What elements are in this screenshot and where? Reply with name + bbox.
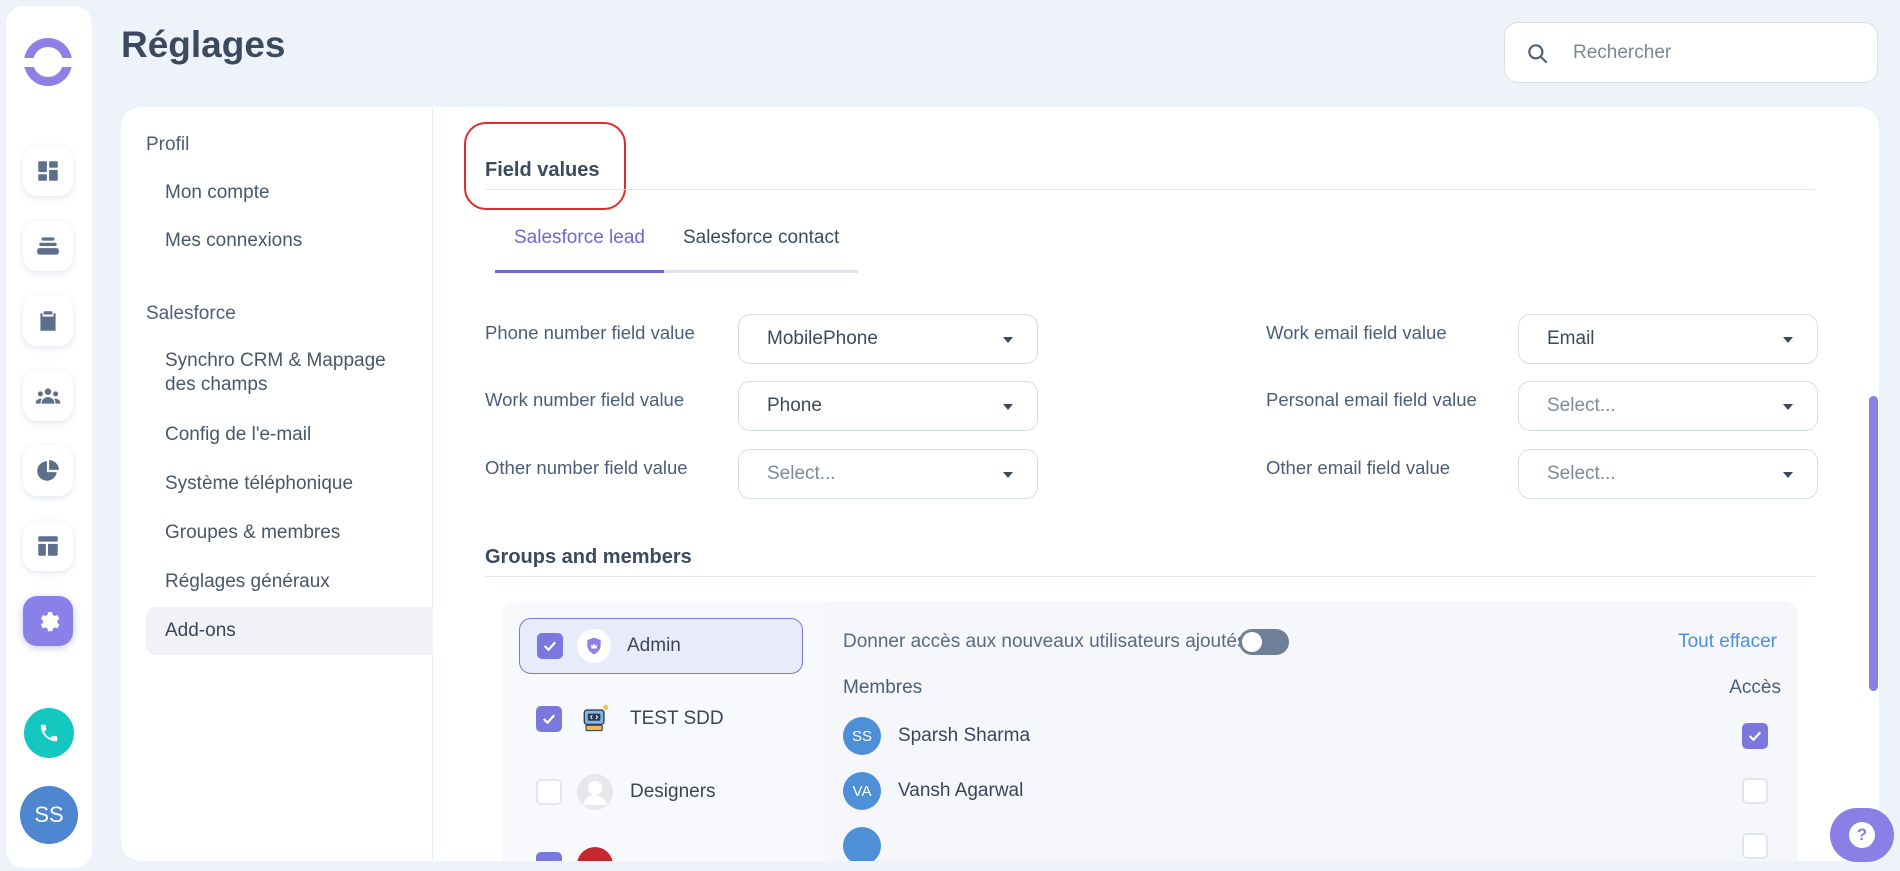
group-item-admin[interactable]: Admin xyxy=(519,618,803,674)
scrollbar-thumb[interactable] xyxy=(1869,396,1878,691)
member-access-checkbox[interactable] xyxy=(1742,723,1768,749)
layout-icon[interactable] xyxy=(23,521,73,571)
work-number-value: Phone xyxy=(767,395,822,416)
group-item-partial[interactable] xyxy=(519,837,803,861)
sidebar-item-add-ons[interactable]: Add-ons xyxy=(146,607,433,655)
group-avatar-icon xyxy=(576,846,614,861)
work-number-select[interactable]: Phone xyxy=(738,381,1038,431)
left-rail: SS xyxy=(6,6,92,868)
group-item-designers[interactable]: Designers xyxy=(519,764,803,820)
member-name: Vansh Agarwal xyxy=(898,780,1024,801)
question-icon: ? xyxy=(1849,822,1875,848)
checkbox-unchecked[interactable] xyxy=(536,779,562,805)
personal-email-placeholder: Select... xyxy=(1547,395,1616,416)
page-title: Réglages xyxy=(121,24,286,65)
members-panel: Donner accès aux nouveaux utilisateurs a… xyxy=(826,601,1798,861)
member-row: VA Vansh Agarwal xyxy=(843,771,1023,811)
member-avatar: SS xyxy=(843,717,881,755)
member-access-checkbox[interactable] xyxy=(1742,778,1768,804)
other-number-placeholder: Select... xyxy=(767,463,836,484)
clipboard-icon[interactable] xyxy=(23,296,73,346)
pie-chart-icon[interactable] xyxy=(23,446,73,496)
divider xyxy=(485,576,1815,577)
sidebar-item-systeme-telephonique[interactable]: Système téléphonique xyxy=(146,472,433,496)
work-email-label: Work email field value xyxy=(1266,322,1447,343)
dashboard-icon[interactable] xyxy=(23,146,73,196)
help-chat-button[interactable]: ? xyxy=(1830,808,1894,862)
user-avatar[interactable]: SS xyxy=(20,786,78,844)
sidebar-item-reglages-generaux[interactable]: Réglages généraux xyxy=(146,570,433,594)
groups-panel: Admin TEST SDD Designers Donner accès au… xyxy=(502,601,1798,861)
work-email-value: Email xyxy=(1547,328,1595,349)
settings-content: Field values Salesforce lead Salesforce … xyxy=(433,107,1879,861)
clear-all-link[interactable]: Tout effacer xyxy=(1678,631,1777,653)
inbox-stack-icon[interactable] xyxy=(23,221,73,271)
sidebar-item-mes-connexions[interactable]: Mes connexions xyxy=(146,229,433,253)
access-new-users-label: Donner accès aux nouveaux utilisateurs a… xyxy=(843,631,1247,652)
sidebar-section-profil: Profil xyxy=(146,134,190,155)
member-name: Sparsh Sharma xyxy=(898,725,1031,746)
group-item-test-sdd[interactable]: TEST SDD xyxy=(519,691,803,747)
groups-members-title: Groups and members xyxy=(485,546,692,568)
other-number-select[interactable]: Select... xyxy=(738,449,1038,499)
sidebar-section-salesforce: Salesforce xyxy=(146,303,236,324)
search-input[interactable] xyxy=(1573,39,1863,67)
tab-salesforce-contact[interactable]: Salesforce contact xyxy=(664,215,858,270)
phone-icon[interactable] xyxy=(24,708,74,758)
checkbox-checked[interactable] xyxy=(537,633,563,659)
members-column-header: Membres xyxy=(843,677,923,698)
shield-icon xyxy=(577,629,611,663)
member-avatar: VA xyxy=(843,772,881,810)
work-number-label: Work number field value xyxy=(485,389,685,410)
app-logo-icon[interactable] xyxy=(21,38,75,86)
settings-sidebar: Profil Mon compte Mes connexions Salesfo… xyxy=(121,107,433,861)
chevron-down-icon xyxy=(1783,337,1793,343)
checkbox-checked[interactable] xyxy=(536,852,562,861)
field-values-title: Field values xyxy=(485,159,600,181)
group-name: Designers xyxy=(630,781,716,802)
search-box[interactable] xyxy=(1504,22,1878,83)
other-email-placeholder: Select... xyxy=(1547,463,1616,484)
member-access-checkbox[interactable] xyxy=(1742,833,1768,859)
sidebar-item-config-email[interactable]: Config de l'e-mail xyxy=(146,423,433,447)
settings-gear-icon[interactable] xyxy=(23,596,73,646)
other-number-label: Other number field value xyxy=(485,457,688,478)
member-row xyxy=(843,826,898,861)
phone-field-value: MobilePhone xyxy=(767,328,878,349)
chevron-down-icon xyxy=(1783,472,1793,478)
chevron-down-icon xyxy=(1003,472,1013,478)
search-icon xyxy=(1528,44,1548,64)
access-new-users-toggle[interactable] xyxy=(1239,629,1289,655)
member-row: SS Sparsh Sharma xyxy=(843,716,1030,756)
access-column-header: Accès xyxy=(1729,677,1781,698)
chevron-down-icon xyxy=(1783,404,1793,410)
sidebar-item-groupes-membres[interactable]: Groupes & membres xyxy=(146,521,433,545)
chevron-down-icon xyxy=(1003,404,1013,410)
phone-field-select[interactable]: MobilePhone xyxy=(738,314,1038,364)
settings-card: Profil Mon compte Mes connexions Salesfo… xyxy=(121,107,1879,861)
personal-email-label: Personal email field value xyxy=(1266,389,1477,410)
divider xyxy=(485,189,1815,190)
group-name: Admin xyxy=(627,635,681,656)
checkbox-checked[interactable] xyxy=(536,706,562,732)
phone-field-label: Phone number field value xyxy=(485,322,695,343)
team-icon[interactable] xyxy=(23,371,73,421)
avatar-placeholder-icon xyxy=(576,773,614,811)
group-name: TEST SDD xyxy=(630,708,724,729)
other-email-label: Other email field value xyxy=(1266,457,1451,478)
member-avatar xyxy=(843,827,881,861)
object-tabs: Salesforce lead Salesforce contact xyxy=(495,215,859,273)
group-list: Admin TEST SDD Designers xyxy=(502,601,826,861)
sidebar-item-mon-compte[interactable]: Mon compte xyxy=(146,181,433,205)
sidebar-item-synchro-crm[interactable]: Synchro CRM & Mappage des champs xyxy=(146,349,416,397)
other-email-select[interactable]: Select... xyxy=(1518,449,1818,499)
robot-icon xyxy=(576,700,614,738)
chevron-down-icon xyxy=(1003,337,1013,343)
tab-salesforce-lead[interactable]: Salesforce lead xyxy=(495,215,664,273)
work-email-select[interactable]: Email xyxy=(1518,314,1818,364)
personal-email-select[interactable]: Select... xyxy=(1518,381,1818,431)
